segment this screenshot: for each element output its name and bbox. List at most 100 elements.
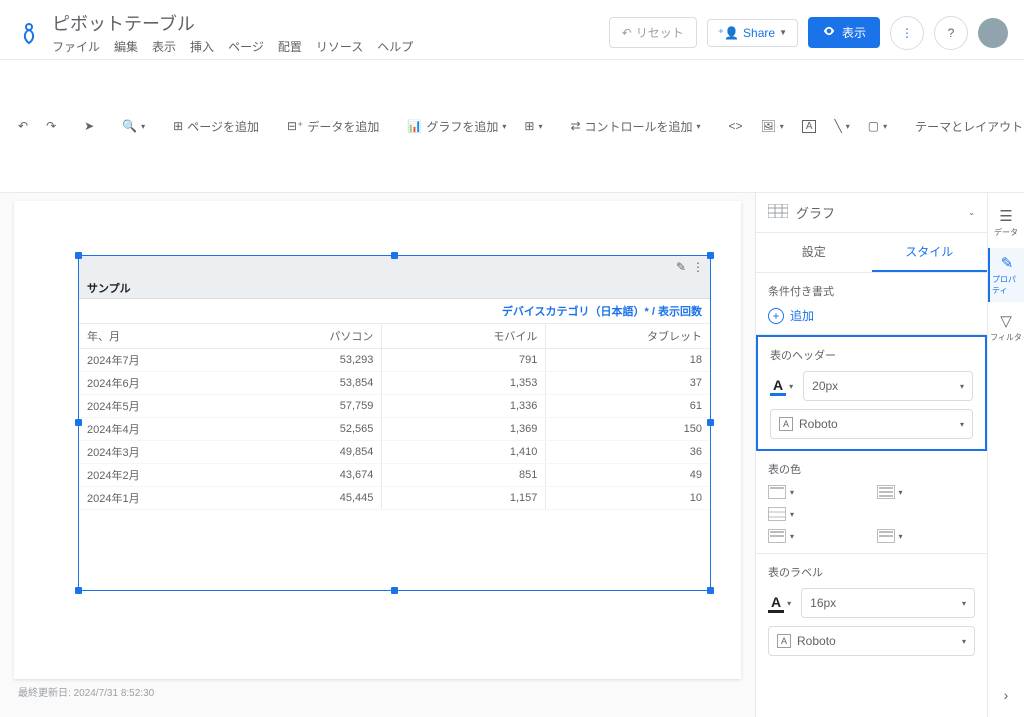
panel-header[interactable]: グラフ ⌄ — [756, 193, 987, 233]
menu-page[interactable]: ページ — [228, 38, 264, 55]
more-options-button[interactable]: ⋮ — [890, 16, 924, 50]
table-row[interactable]: 2024年1月45,4451,15710 — [79, 487, 710, 510]
header-bg-color-button[interactable]: ▾ — [768, 485, 867, 499]
select-tool[interactable]: ➤ — [76, 114, 102, 138]
chart-toolbar: ✎ ⋮ — [79, 256, 710, 278]
add-chart-button[interactable]: 📊 グラフを追加 ▾ — [399, 113, 514, 140]
menu-view[interactable]: 表示 — [152, 38, 176, 55]
label-font-color-button[interactable]: A ▾ — [768, 594, 791, 613]
chart-icon: 📊 — [407, 119, 422, 133]
data-icon: ☰ — [999, 207, 1012, 225]
tab-style[interactable]: スタイル — [872, 233, 988, 272]
resize-handle[interactable] — [75, 587, 82, 594]
section-label: 表のヘッダー — [770, 347, 973, 363]
undo-icon: ↶ — [622, 26, 632, 40]
chevron-down-icon: ▾ — [962, 637, 966, 646]
add-condition-button[interactable]: + 追加 — [768, 307, 975, 324]
chevron-down-icon: ▾ — [962, 599, 966, 608]
resize-handle[interactable] — [707, 419, 714, 426]
menu-edit[interactable]: 編集 — [114, 38, 138, 55]
redo-button[interactable]: ↷ — [38, 114, 64, 138]
menu-file[interactable]: ファイル — [52, 38, 100, 55]
menu-resource[interactable]: リソース — [316, 38, 363, 55]
community-viz-button[interactable]: ⊞▾ — [516, 114, 550, 138]
line-icon: ╲ — [834, 119, 841, 133]
rail-data[interactable]: ☰ データ — [988, 201, 1024, 244]
rail-properties[interactable]: ✎ プロパティ — [988, 248, 1024, 302]
menu-arrange[interactable]: 配置 — [278, 38, 302, 55]
selected-chart[interactable]: ✎ ⋮ サンプル デバイスカテゴリ（日本語）* / 表示回数 年、月 パソコン … — [78, 255, 711, 591]
label-font-family-select[interactable]: A Roboto ▾ — [768, 626, 975, 656]
resize-handle[interactable] — [391, 587, 398, 594]
text-button[interactable]: A — [794, 115, 825, 138]
header-font-size-select[interactable]: 20px ▾ — [803, 371, 973, 401]
line-button[interactable]: ╲▾ — [826, 114, 857, 138]
swatch-icon — [768, 507, 786, 521]
zoom-icon: 🔍 — [122, 119, 137, 133]
table-row[interactable]: 2024年6月53,8541,35337 — [79, 372, 710, 395]
odd-row-color-button[interactable]: ▾ — [877, 529, 976, 543]
chevron-down-icon: ▼ — [779, 28, 787, 37]
row-color-button[interactable]: ▾ — [877, 485, 976, 499]
help-button[interactable]: ? — [934, 16, 968, 50]
table-row[interactable]: 2024年3月49,8541,41036 — [79, 441, 710, 464]
section-table-label: 表のラベル A ▾ 16px ▾ A Roboto ▾ — [756, 554, 987, 666]
canvas[interactable]: ✎ ⋮ サンプル デバイスカテゴリ（日本語）* / 表示回数 年、月 パソコン … — [0, 193, 756, 717]
add-page-button[interactable]: ⊞ ページを追加 — [165, 113, 267, 140]
undo-icon: ↶ — [18, 119, 28, 133]
right-rail: ☰ データ ✎ プロパティ ▽ フィルタ › — [988, 193, 1024, 717]
menu-insert[interactable]: 挿入 — [190, 38, 214, 55]
embed-button[interactable]: <> — [721, 114, 751, 138]
chevron-down-icon: ▾ — [789, 382, 793, 391]
table-row[interactable]: 2024年5月57,7591,33661 — [79, 395, 710, 418]
resize-handle[interactable] — [75, 419, 82, 426]
properties-panel: グラフ ⌄ 設定 スタイル 条件付き書式 + 追加 表のヘッダー A ▾ 20p… — [756, 193, 988, 717]
header-font-color-button[interactable]: A ▾ — [770, 377, 793, 396]
font-color-a-icon: A — [770, 377, 786, 396]
doc-title[interactable]: ピボットテーブル — [52, 10, 413, 36]
chevron-down-icon: ▾ — [960, 382, 964, 391]
plus-circle-icon: + — [768, 308, 784, 324]
table-row[interactable]: 2024年7月53,29379118 — [79, 349, 710, 372]
chart-type-icon — [768, 204, 788, 221]
add-control-button[interactable]: ⇄ コントロールを追加 ▾ — [562, 113, 708, 140]
code-icon: <> — [729, 119, 743, 133]
zoom-tool[interactable]: 🔍▾ — [114, 114, 153, 138]
more-vert-icon[interactable]: ⋮ — [692, 260, 704, 274]
header-font-family-select[interactable]: A Roboto ▾ — [770, 409, 973, 439]
resize-handle[interactable] — [75, 252, 82, 259]
chart-title: サンプル — [79, 278, 710, 299]
add-data-button[interactable]: ⊟⁺ データを追加 — [279, 113, 387, 140]
undo-button[interactable]: ↶ — [10, 114, 36, 138]
view-button[interactable]: 表示 — [808, 17, 880, 48]
table-row[interactable]: 2024年2月43,67485149 — [79, 464, 710, 487]
shape-button[interactable]: ▢▾ — [860, 114, 895, 138]
user-avatar[interactable] — [978, 18, 1008, 48]
redo-icon: ↷ — [46, 119, 56, 133]
section-table-color: 表の色 ▾ ▾ ▾ — [756, 451, 987, 554]
collapse-rail-button[interactable]: › — [1004, 687, 1009, 703]
swatch-icon — [877, 485, 895, 499]
alt-row-color-button[interactable]: ▾ — [768, 507, 867, 521]
tab-settings[interactable]: 設定 — [756, 233, 872, 272]
funnel-icon: ▽ — [1000, 312, 1012, 330]
image-button[interactable]: 🖼▾ — [753, 114, 792, 138]
theme-layout-button[interactable]: テーマとレイアウト — [907, 113, 1024, 140]
resize-handle[interactable] — [707, 587, 714, 594]
resize-handle[interactable] — [391, 252, 398, 259]
square-icon: ▢ — [868, 119, 879, 133]
panel-tabs: 設定 スタイル — [756, 233, 987, 273]
blocks-icon: ⊞ — [524, 119, 534, 133]
border-color-button[interactable]: ▾ — [768, 529, 867, 543]
chevron-down-icon: ▾ — [787, 599, 791, 608]
cursor-icon: ➤ — [84, 119, 94, 133]
resize-handle[interactable] — [707, 252, 714, 259]
rail-filter[interactable]: ▽ フィルタ — [988, 306, 1024, 349]
menu-help[interactable]: ヘルプ — [377, 38, 413, 55]
panel-title: グラフ — [796, 203, 968, 222]
table-row[interactable]: 2024年4月52,5651,369150 — [79, 418, 710, 441]
share-button[interactable]: ⁺👤 Share ▼ — [707, 19, 798, 47]
font-color-a-icon: A — [768, 594, 784, 613]
pencil-icon[interactable]: ✎ — [676, 260, 686, 274]
reset-button[interactable]: ↶ リセット — [609, 17, 697, 48]
